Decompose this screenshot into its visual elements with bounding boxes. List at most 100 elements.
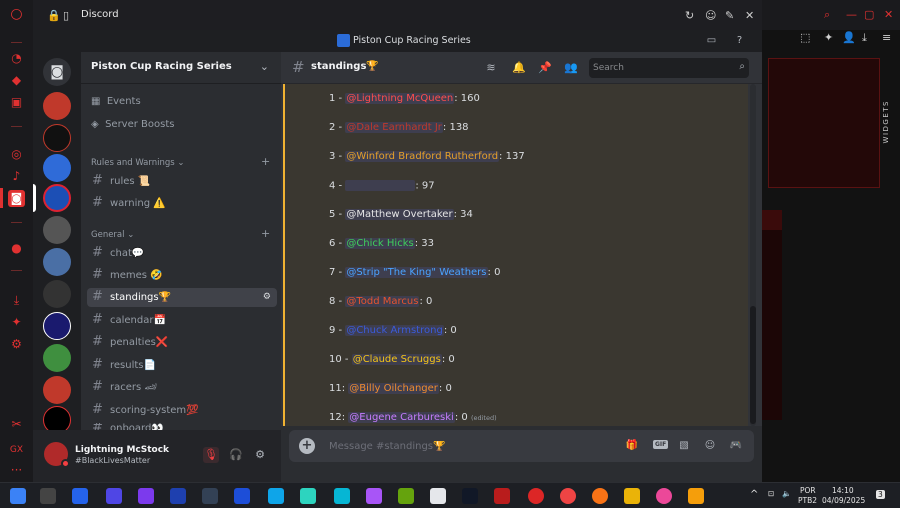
headphones-icon[interactable]: 🎧 — [228, 447, 244, 463]
app-icon[interactable] — [334, 488, 350, 504]
m-app-icon[interactable]: ▣ — [8, 94, 25, 111]
channel-calendar[interactable]: # calendar📅 — [87, 311, 277, 330]
user-mention[interactable]: @Chick Hicks — [345, 238, 415, 249]
whatsapp-icon[interactable]: ◎ — [8, 146, 25, 163]
app-icon[interactable] — [494, 488, 510, 504]
volume-icon[interactable]: 🔈 — [782, 489, 791, 498]
browser-tab-title[interactable]: Discord — [81, 9, 119, 20]
close-window-icon[interactable]: ✕ — [884, 8, 893, 21]
user-mention[interactable]: @Claude Scruggs — [351, 354, 442, 365]
user-settings-icon[interactable]: ⚙ — [252, 447, 268, 463]
channel-penalties[interactable]: # penalties❌ — [87, 333, 277, 352]
add-channel-icon[interactable]: + — [261, 155, 270, 168]
discord-icon[interactable]: ◙ — [8, 190, 25, 207]
add-channel-icon[interactable]: + — [261, 227, 270, 240]
roblox-studio-icon[interactable] — [430, 488, 446, 504]
server-icon[interactable] — [43, 92, 71, 120]
pinned-messages-icon[interactable]: 📌 — [538, 61, 552, 75]
server-boosts-link[interactable]: ◈ Server Boosts — [91, 119, 174, 130]
tiktok-icon[interactable]: ♪ — [8, 168, 25, 185]
help-icon[interactable]: ? — [733, 34, 746, 47]
user-mention[interactable]: @Matthew Overtaker — [345, 209, 454, 220]
user-mention[interactable]: @Todd Marcus — [345, 296, 420, 307]
apps-icon[interactable]: 🎮 — [729, 439, 743, 453]
app-icon[interactable] — [624, 488, 640, 504]
channel-chat[interactable]: # chat💬 — [87, 244, 277, 263]
category-rules-and-warnings[interactable]: Rules and Warnings ⌄ — [91, 158, 185, 168]
add-attachment-icon[interactable]: + — [299, 438, 315, 454]
opera-gx-icon[interactable] — [528, 488, 544, 504]
server-icon[interactable] — [43, 154, 71, 182]
server-icon[interactable] — [43, 184, 71, 212]
emoji-icon[interactable]: ☺ — [705, 9, 716, 22]
extensions-icon[interactable]: ✦ — [8, 314, 25, 331]
threads-icon[interactable]: ≋ — [484, 61, 498, 75]
record-icon[interactable] — [560, 488, 576, 504]
server-icon[interactable] — [43, 344, 71, 372]
messenger-icon[interactable]: ◆ — [8, 72, 25, 89]
clock-date[interactable]: 04/09/2025 — [822, 496, 865, 505]
app-icon[interactable] — [72, 488, 88, 504]
user-mention[interactable] — [345, 180, 416, 191]
gif-icon[interactable]: GIF — [653, 440, 669, 449]
pin-icon[interactable]: ✎ — [725, 9, 734, 22]
server-icon[interactable] — [43, 280, 71, 308]
channel-rules[interactable]: # rules 📜 — [87, 172, 277, 191]
minecraft-icon[interactable] — [398, 488, 414, 504]
aria-icon[interactable]: ◔ — [8, 50, 25, 67]
opera-logo-icon[interactable]: ○ — [8, 6, 25, 23]
notification-badge[interactable]: 3 — [876, 490, 885, 499]
app-icon[interactable] — [462, 488, 478, 504]
snap-icon[interactable]: ✂ — [8, 416, 25, 433]
channel-scoring-system[interactable]: # scoring-system💯 — [87, 401, 277, 420]
reload-icon[interactable]: ↻ — [685, 9, 694, 22]
user-mention[interactable]: @Winford Bradford Rutherford — [345, 151, 500, 162]
close-icon[interactable]: ✕ — [745, 9, 754, 22]
user-mention[interactable]: @Lightning McQueen — [345, 93, 455, 104]
download-icon[interactable]: ⤓ — [862, 31, 867, 45]
server-icon[interactable] — [43, 248, 71, 276]
notification-bell-icon[interactable]: 🔔 — [512, 61, 526, 75]
app-icon[interactable] — [656, 488, 672, 504]
app-icon[interactable] — [300, 488, 316, 504]
network-icon[interactable]: ⊡ — [768, 489, 774, 498]
more-icon[interactable]: ··· — [8, 462, 25, 479]
tray-chevron-icon[interactable]: ^ — [750, 489, 758, 500]
user-mention[interactable]: @Strip "The King" Weathers — [345, 267, 488, 278]
app-icon[interactable] — [106, 488, 122, 504]
settings-icon[interactable]: ⚙ — [8, 336, 25, 353]
events-link[interactable]: ▦ Events — [91, 96, 141, 107]
minimize-icon[interactable]: — — [846, 8, 857, 21]
server-icon[interactable] — [43, 312, 71, 340]
gift-icon[interactable]: 🎁 — [625, 439, 639, 453]
profile-icon[interactable]: 👤 — [842, 31, 856, 44]
app-icon[interactable] — [592, 488, 608, 504]
game-controller-icon[interactable] — [366, 488, 382, 504]
app-icon[interactable] — [138, 488, 154, 504]
emoji-icon[interactable]: ☺ — [703, 439, 717, 453]
download-icon[interactable]: ⤓ — [8, 292, 25, 309]
start-icon[interactable] — [10, 488, 26, 504]
member-list-icon[interactable]: 👥 — [564, 61, 578, 75]
task-view-icon[interactable] — [40, 488, 56, 504]
user-mention[interactable]: @Billy Oilchanger — [348, 383, 439, 394]
channel-warning[interactable]: # warning ⚠️ — [87, 194, 277, 213]
mute-mic-icon[interactable]: 🎙 — [203, 447, 219, 463]
spotify-icon[interactable]: ● — [8, 240, 25, 257]
channel-memes[interactable]: # memes 🤣 — [87, 266, 277, 285]
file-explorer-icon[interactable] — [688, 488, 704, 504]
widgets-label[interactable]: WIDGETS — [882, 100, 890, 143]
roblox-icon[interactable] — [234, 488, 250, 504]
scrollbar-thumb[interactable] — [750, 306, 756, 424]
app-icon[interactable] — [170, 488, 186, 504]
channel-racers[interactable]: # racers 🏎 — [87, 378, 277, 397]
channel-results[interactable]: # results📄 — [87, 356, 277, 375]
extensions-icon[interactable]: ✦ — [824, 31, 833, 44]
inbox-icon[interactable]: ▭ — [705, 34, 718, 47]
message-input[interactable] — [329, 437, 569, 455]
channel-standings[interactable]: # standings🏆 ⚙ — [87, 288, 277, 307]
sticker-icon[interactable]: ▧ — [677, 439, 691, 453]
steam-icon[interactable] — [202, 488, 218, 504]
server-icon[interactable] — [43, 124, 71, 152]
snapshot-icon[interactable]: ⬚ — [800, 31, 810, 44]
